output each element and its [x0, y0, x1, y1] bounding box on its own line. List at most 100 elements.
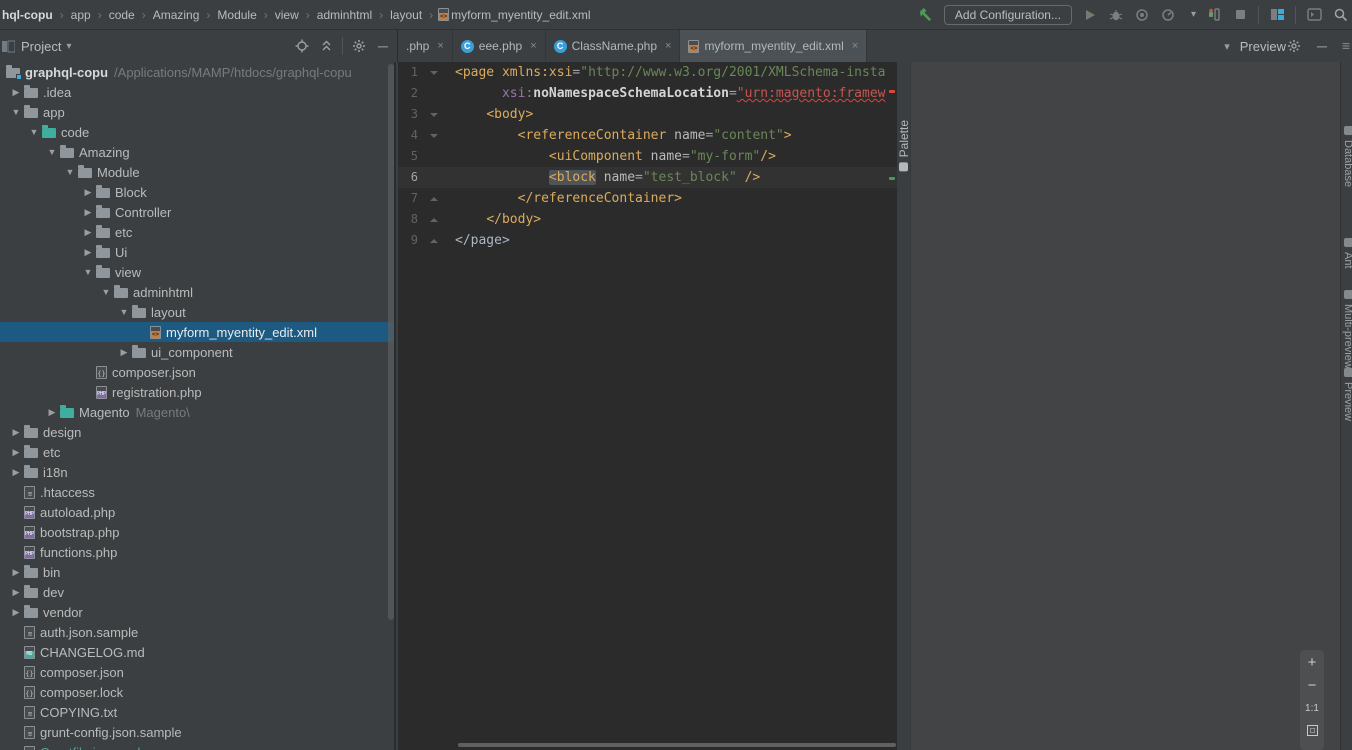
tree-item-label[interactable]: composer.lock [40, 685, 123, 700]
tree-expand-arrow[interactable]: ▶ [80, 187, 96, 198]
tree-item-label[interactable]: adminhtml [133, 285, 193, 300]
preview-pane-label[interactable]: Preview [1240, 39, 1286, 54]
code-editor[interactable]: 1<page xmlns:xsi="http://www.w3.org/2001… [398, 62, 897, 750]
tree-expand-arrow[interactable]: ▼ [116, 307, 132, 317]
hide-tool-window-icon[interactable]: ─ [375, 38, 391, 54]
tab-close-icon[interactable]: × [437, 40, 443, 52]
tree-item[interactable]: ▼ layout [0, 302, 394, 322]
tree-item[interactable]: ▶MagentoMagento\ [0, 402, 394, 422]
tree-item-label[interactable]: layout [151, 305, 186, 320]
tree-item-label[interactable]: Module [97, 165, 140, 180]
code-line[interactable]: 2 xsi:noNamespaceSchemaLocation="urn:mag… [398, 83, 897, 104]
tree-item[interactable]: ▶ .idea [0, 82, 394, 102]
profiler-dropdown-arrow[interactable]: ▾ [1191, 9, 1196, 20]
tree-item[interactable]: ▶ Ui [0, 242, 394, 262]
code-line[interactable]: 7 </referenceContainer> [398, 188, 897, 209]
tree-expand-arrow[interactable]: ▶ [8, 427, 24, 438]
tree-item-label[interactable]: app [43, 105, 65, 120]
tree-item-label[interactable]: composer.json [112, 365, 196, 380]
tree-expand-arrow[interactable]: ▶ [8, 87, 24, 98]
tab-close-icon[interactable]: × [665, 40, 671, 52]
tab-close-icon[interactable]: × [530, 40, 536, 52]
code-line[interactable]: 9</page> [398, 230, 897, 251]
line-number[interactable]: 5 [398, 146, 418, 167]
tree-expand-arrow[interactable]: ▶ [80, 247, 96, 258]
tree-expand-arrow[interactable]: ▶ [8, 607, 24, 618]
breadcrumb-item[interactable]: view [273, 8, 301, 22]
project-view-dropdown-arrow[interactable]: ▾ [66, 41, 71, 52]
breadcrumb-item[interactable]: layout [388, 8, 424, 22]
tree-item[interactable]: ▶i18n [0, 462, 394, 482]
breadcrumb-item[interactable]: myform_myentity_edit.xml [449, 8, 592, 22]
tree-item-label[interactable]: CHANGELOG.md [40, 645, 145, 660]
editor-tab[interactable]: .php× [398, 30, 453, 62]
run-anything-icon[interactable] [1306, 7, 1322, 23]
fold-marker-icon[interactable] [430, 218, 438, 222]
tree-item-label[interactable]: etc [115, 225, 132, 240]
tool-stripe-button[interactable]: Database [1342, 126, 1352, 187]
project-panel-title[interactable]: Project [21, 39, 61, 54]
line-number[interactable]: 4 [398, 125, 418, 146]
tree-expand-arrow[interactable]: ▶ [44, 407, 60, 418]
tree-item[interactable]: ▶ etc [0, 222, 394, 242]
tree-item[interactable]: ▶design [0, 422, 394, 442]
tree-item-label[interactable]: myform_myentity_edit.xml [166, 325, 317, 340]
hide-preview-icon[interactable]: ─ [1314, 38, 1330, 54]
tree-item-label[interactable]: view [115, 265, 141, 280]
stacked-lines-icon[interactable] [1342, 38, 1350, 54]
tree-item-label[interactable]: ui_component [151, 345, 233, 360]
tree-item[interactable]: {}composer.lock [0, 682, 394, 702]
breadcrumb-item[interactable]: code [107, 8, 137, 22]
breadcrumb-item[interactable]: adminhtml [315, 8, 374, 22]
tree-item-label[interactable]: etc [43, 445, 60, 460]
tree-item-label[interactable]: grunt-config.json.sample [40, 725, 182, 740]
tree-item[interactable]: ▶Controller [0, 202, 394, 222]
palette-tool-button[interactable]: Palette [897, 120, 911, 171]
tree-item[interactable]: ≡.htaccess [0, 482, 394, 502]
tab-close-icon[interactable]: × [852, 40, 858, 52]
tree-item-label[interactable]: graphql-copu [25, 65, 108, 80]
tree-item-label[interactable]: Amazing [79, 145, 130, 160]
tree-item-label[interactable]: Magento [79, 405, 130, 420]
fold-marker-icon[interactable] [430, 239, 438, 243]
debug-bug-icon[interactable] [1108, 7, 1124, 23]
tool-stripe-button[interactable]: Preview [1342, 368, 1352, 421]
tool-stripe-button[interactable]: Ant [1342, 238, 1352, 269]
tree-item[interactable]: ▶bin [0, 562, 394, 582]
line-number[interactable]: 3 [398, 104, 418, 125]
tree-settings-gear-icon[interactable] [351, 38, 367, 54]
fold-marker-icon[interactable] [430, 71, 438, 75]
tree-expand-arrow[interactable]: ▼ [98, 287, 114, 297]
tree-item-label[interactable]: .idea [43, 85, 71, 100]
coverage-icon[interactable] [1134, 7, 1150, 23]
tree-item[interactable]: ▼code [0, 122, 394, 142]
line-number[interactable]: 2 [398, 83, 418, 104]
tree-item-label[interactable]: bootstrap.php [40, 525, 120, 540]
tree-item-label[interactable]: registration.php [112, 385, 202, 400]
tree-item[interactable]: ≡auth.json.sample [0, 622, 394, 642]
tree-expand-arrow[interactable]: ▶ [80, 227, 96, 238]
tree-expand-arrow[interactable]: ▼ [26, 127, 42, 137]
tree-item[interactable]: ▶Block [0, 182, 394, 202]
tree-expand-arrow[interactable]: ▶ [8, 447, 24, 458]
tree-item[interactable]: ▼Module [0, 162, 394, 182]
tree-item[interactable]: ≡grunt-config.json.sample [0, 722, 394, 742]
profiler-icon[interactable] [1160, 7, 1176, 23]
editor-tab[interactable]: CClassName.php× [546, 30, 681, 62]
line-number[interactable]: 8 [398, 209, 418, 230]
tree-item-label[interactable]: Ui [115, 245, 127, 260]
editor-tab[interactable]: <>myform_myentity_edit.xml× [680, 30, 867, 62]
code-line[interactable]: 5 <uiComponent name="my-form"/> [398, 146, 897, 167]
tree-item[interactable]: PHPregistration.php [0, 382, 394, 402]
tree-item[interactable]: <>myform_myentity_edit.xml [0, 322, 394, 342]
tree-item[interactable]: ▶ ui_component [0, 342, 394, 362]
tree-item[interactable]: PHPbootstrap.php [0, 522, 394, 542]
breadcrumb-item[interactable]: app [69, 8, 93, 22]
tree-item[interactable]: ▶dev [0, 582, 394, 602]
tree-expand-arrow[interactable]: ▼ [44, 147, 60, 157]
tree-item[interactable]: {}composer.json [0, 362, 394, 382]
line-number[interactable]: 7 [398, 188, 418, 209]
tree-expand-arrow[interactable]: ▶ [116, 347, 132, 358]
fold-marker-icon[interactable] [430, 134, 438, 138]
collapse-all-icon[interactable] [318, 38, 334, 54]
